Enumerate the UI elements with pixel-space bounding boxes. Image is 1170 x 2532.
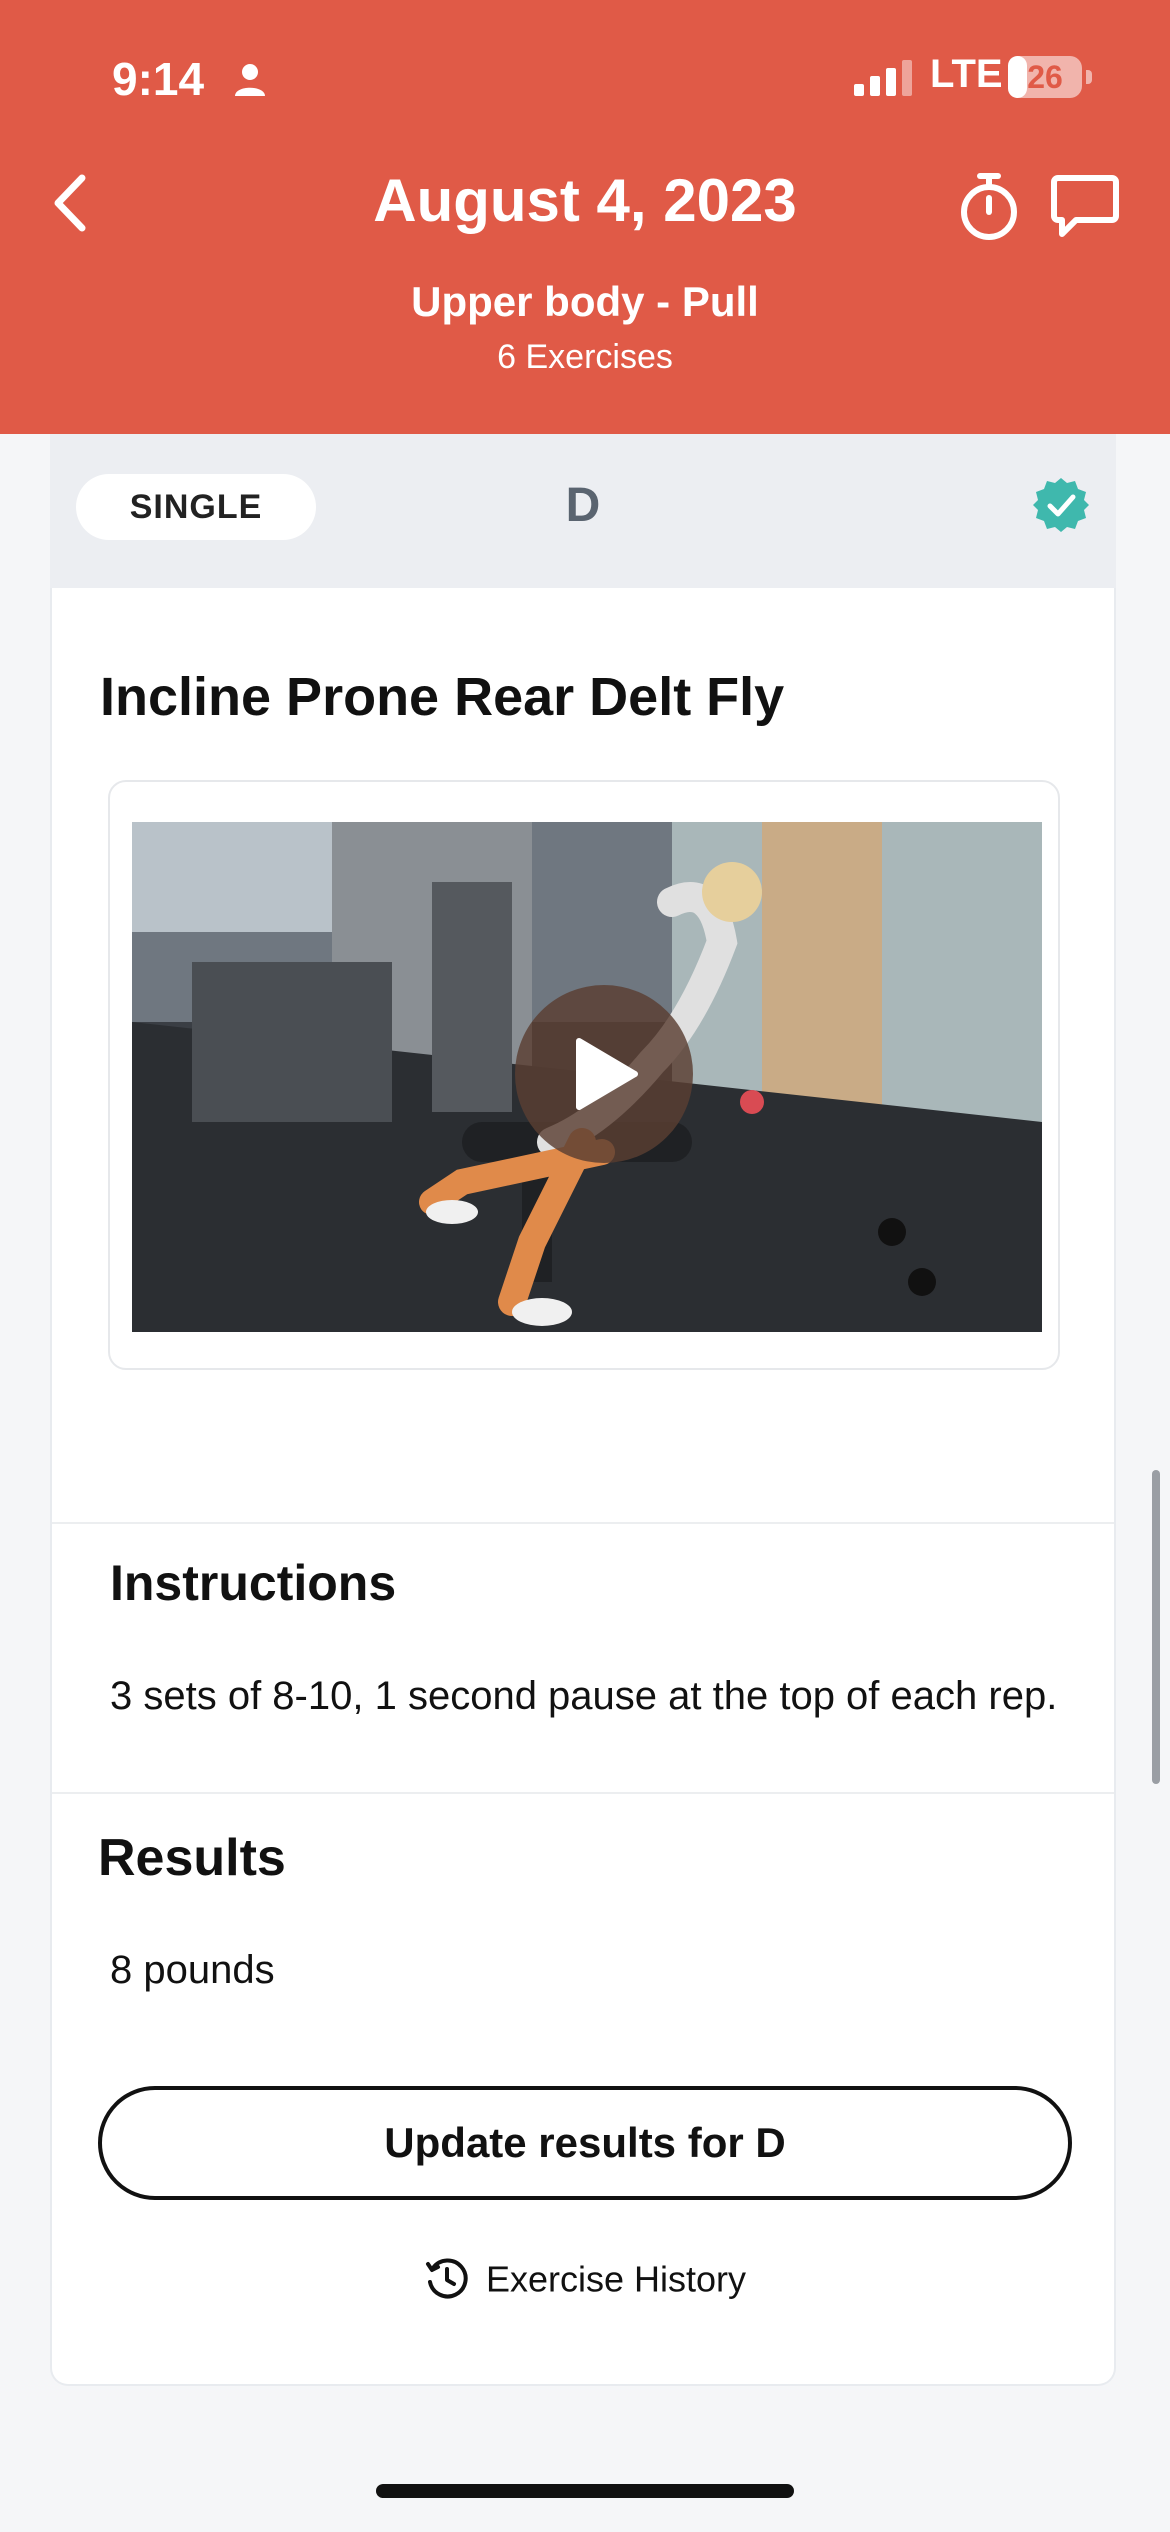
instructions-text: 3 sets of 8-10, 1 second pause at the to… bbox=[110, 1674, 1058, 1718]
section-divider bbox=[52, 1792, 1114, 1794]
network-type: LTE bbox=[930, 52, 1003, 96]
person-icon bbox=[235, 64, 265, 96]
exercise-name: Incline Prone Rear Delt Fly bbox=[100, 667, 785, 727]
update-results-button[interactable]: Update results for D bbox=[98, 2086, 1072, 2200]
results-heading: Results bbox=[98, 1829, 286, 1887]
battery-icon: 26 bbox=[1008, 56, 1092, 98]
stopwatch-icon[interactable] bbox=[956, 170, 1022, 242]
video-frame bbox=[108, 780, 1060, 1370]
instructions-heading: Instructions bbox=[110, 1555, 397, 1611]
chat-bubble-icon[interactable] bbox=[1050, 172, 1120, 240]
exercise-card: Incline Prone Rear Delt Fly Instructions… bbox=[50, 588, 1116, 2386]
signal-icon bbox=[854, 60, 912, 96]
workout-name: Upper body - Pull bbox=[411, 278, 759, 325]
play-button[interactable] bbox=[515, 985, 693, 1163]
check-badge-icon bbox=[1033, 478, 1089, 532]
group-letter: D bbox=[565, 479, 601, 532]
exercise-history-label: Exercise History bbox=[485, 2258, 747, 2300]
scrollbar[interactable] bbox=[1152, 1470, 1160, 1784]
exercise-group-bar: SINGLE D bbox=[50, 434, 1116, 588]
history-clock-icon bbox=[425, 2258, 468, 2299]
exercise-count: 6 Exercises bbox=[497, 338, 673, 376]
play-icon bbox=[576, 1038, 638, 1110]
home-indicator[interactable] bbox=[376, 2484, 794, 2498]
status-time: 9:14 bbox=[112, 53, 205, 105]
exercise-video[interactable] bbox=[132, 822, 1042, 1332]
results-value: 8 pounds bbox=[110, 1948, 275, 1992]
app-header: 9:14 LTE 26 August 4, 2023 Upper body - … bbox=[0, 0, 1170, 434]
battery-level: 26 bbox=[1027, 59, 1063, 95]
exercise-history-link[interactable]: Exercise History bbox=[52, 2256, 1118, 2302]
section-divider bbox=[52, 1522, 1114, 1524]
